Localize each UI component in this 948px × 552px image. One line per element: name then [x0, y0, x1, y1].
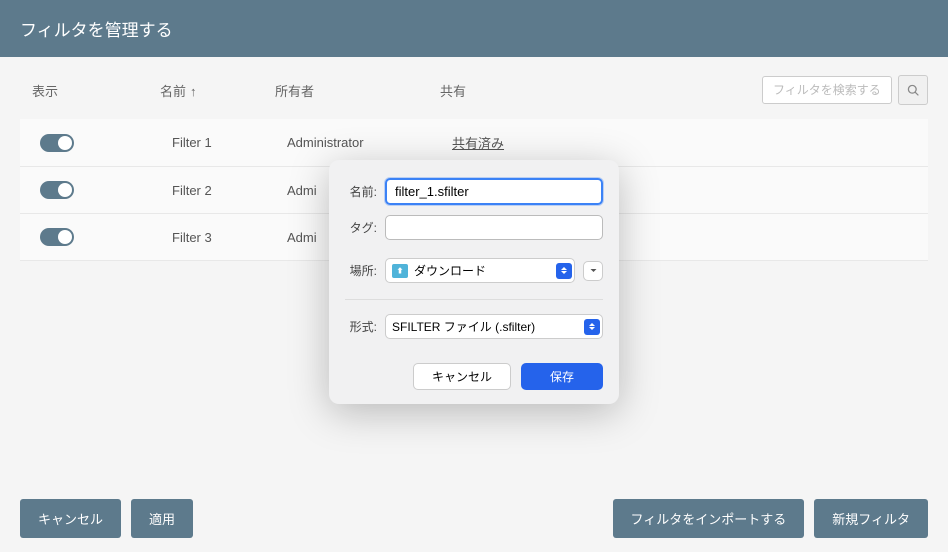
format-select[interactable]: SFILTER ファイル (.sfilter)	[385, 314, 603, 339]
location-select[interactable]: ダウンロード	[385, 258, 575, 283]
modal-cancel-button[interactable]: キャンセル	[413, 363, 511, 390]
chevron-updown-icon	[556, 263, 572, 279]
chevron-updown-icon	[584, 319, 600, 335]
tags-input[interactable]	[385, 215, 603, 240]
save-dialog: 名前: タグ: 場所: ダウンロード 形式: SFILTER ファイル	[329, 160, 619, 404]
filename-input[interactable]	[385, 178, 603, 205]
folder-icon	[392, 264, 408, 278]
expand-button[interactable]	[583, 261, 603, 281]
modal-label-location: 場所:	[345, 262, 377, 279]
format-value: SFILTER ファイル (.sfilter)	[392, 318, 535, 335]
divider	[345, 299, 603, 300]
location-value: ダウンロード	[414, 262, 486, 279]
modal-label-tags: タグ:	[345, 219, 377, 236]
chevron-down-icon	[589, 266, 598, 275]
modal-label-format: 形式:	[345, 318, 377, 335]
modal-save-button[interactable]: 保存	[521, 363, 603, 390]
save-dialog-backdrop: 名前: タグ: 場所: ダウンロード 形式: SFILTER ファイル	[0, 0, 948, 552]
modal-label-name: 名前:	[345, 183, 377, 200]
